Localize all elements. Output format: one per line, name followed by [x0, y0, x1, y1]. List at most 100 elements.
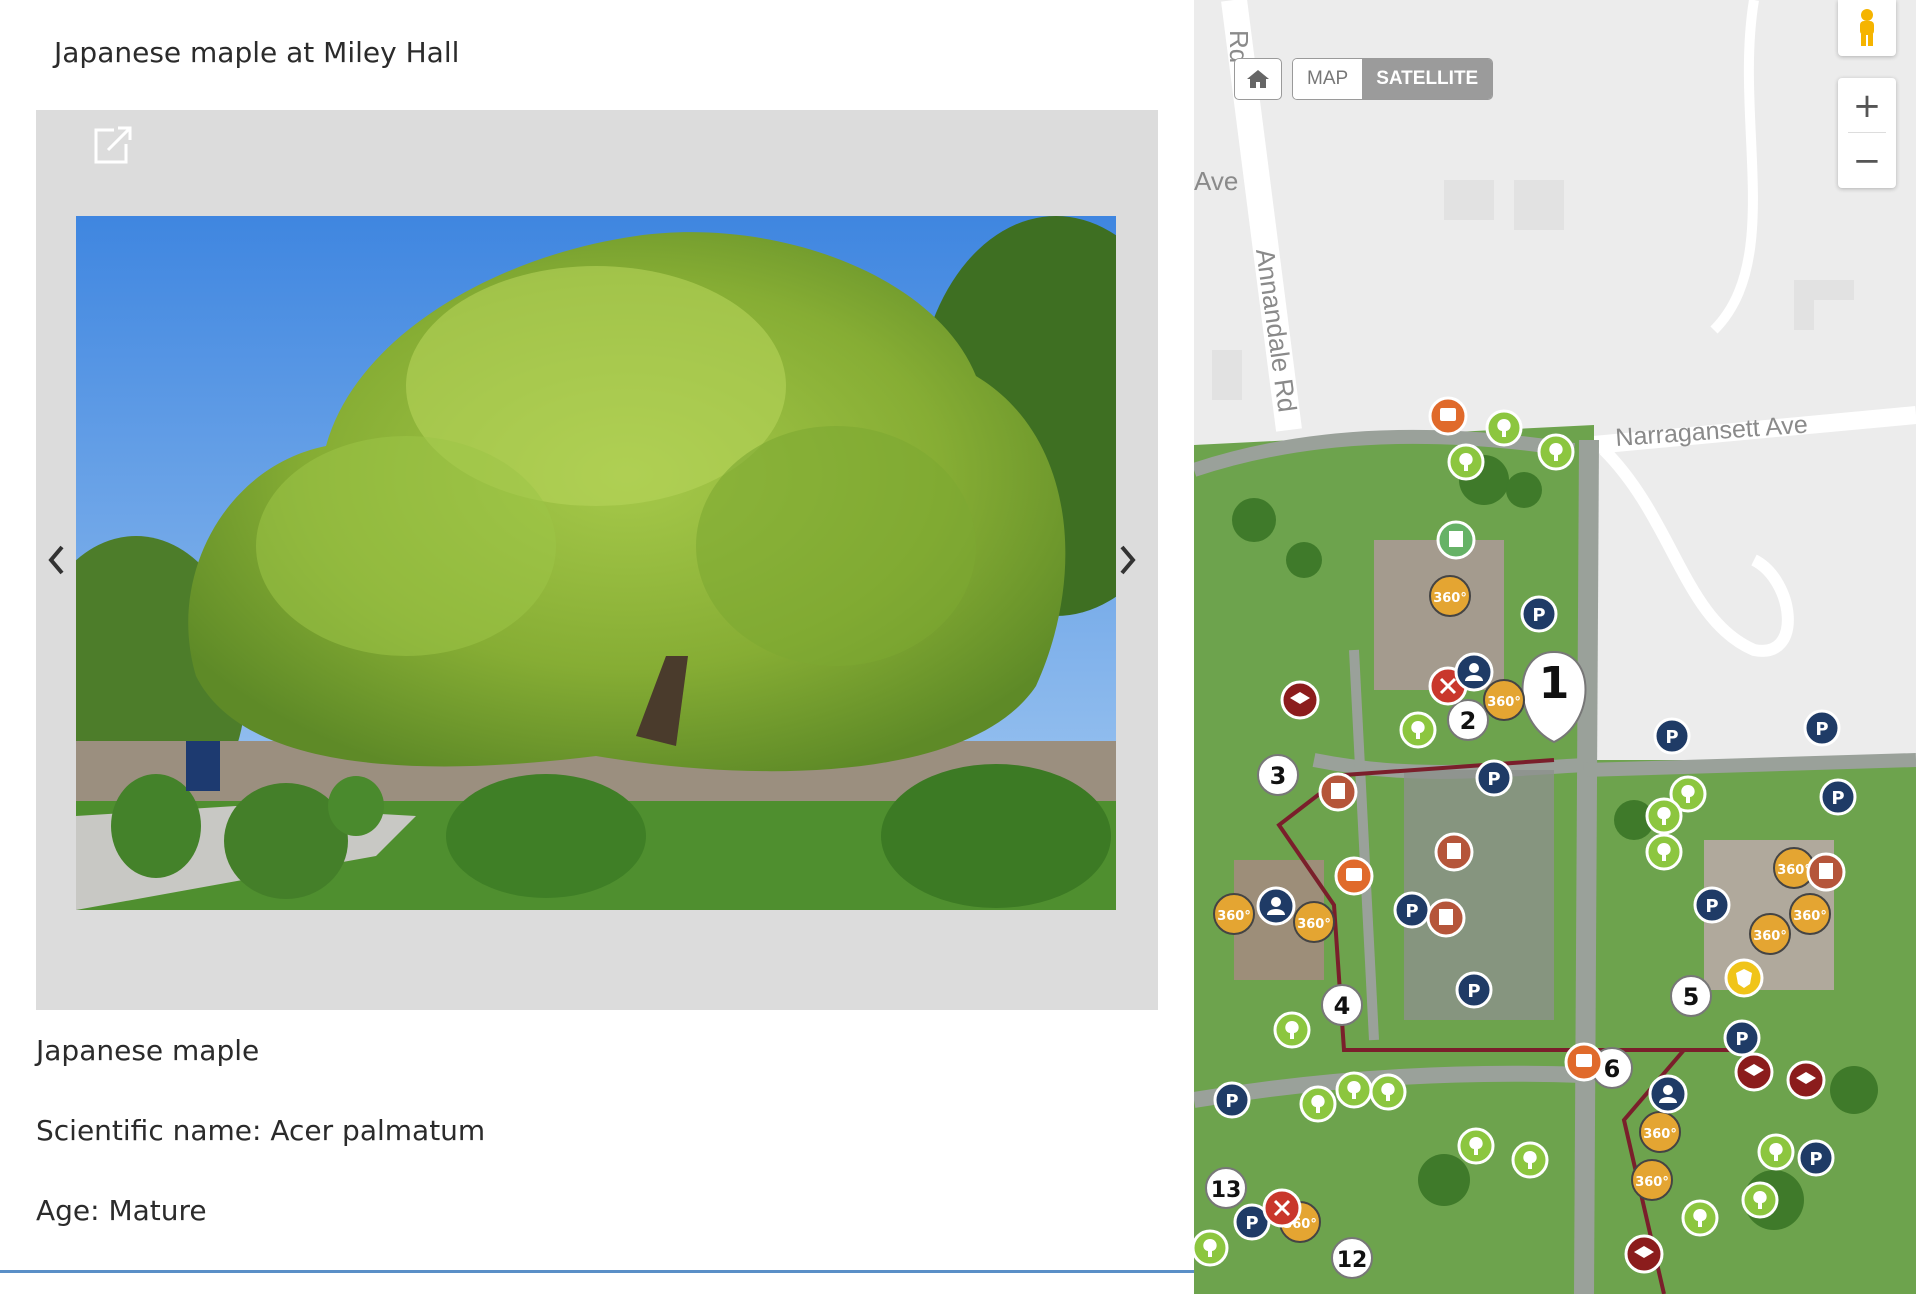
security-pin-icon[interactable] — [1724, 958, 1764, 998]
tour-stop-13-marker[interactable]: 13 — [1205, 1167, 1247, 1209]
map-type-toggle: MAP SATELLITE — [1292, 58, 1494, 100]
panorama-360-icon[interactable]: 360° — [1429, 575, 1471, 617]
next-photo-chevron-icon[interactable] — [1112, 535, 1142, 585]
svg-text:1: 1 — [1539, 658, 1570, 709]
tour-stop-5-marker[interactable]: 5 — [1670, 975, 1712, 1017]
building-pin-icon[interactable] — [1434, 832, 1474, 872]
tree-pin-icon[interactable] — [1335, 1071, 1373, 1109]
academic-pin-icon[interactable] — [1280, 680, 1320, 720]
previous-photo-chevron-icon[interactable] — [42, 535, 72, 585]
tour-stop-12-marker[interactable]: 12 — [1331, 1237, 1373, 1279]
academic-pin-icon[interactable] — [1786, 1060, 1826, 1100]
person-pin-icon[interactable] — [1648, 1074, 1688, 1114]
tree-photo — [76, 216, 1116, 910]
svg-text:P: P — [1245, 1213, 1258, 1234]
tree-pin-icon[interactable] — [1457, 1127, 1495, 1165]
tree-pin-icon[interactable] — [1537, 433, 1575, 471]
photo-gallery — [36, 110, 1158, 1010]
food-pin-icon[interactable] — [1262, 1188, 1302, 1228]
tree-pin-icon[interactable] — [1485, 409, 1523, 447]
building-pin-icon[interactable] — [1806, 852, 1846, 892]
parking-pin-icon[interactable]: P — [1723, 1019, 1761, 1057]
person-pin-icon[interactable] — [1256, 886, 1296, 926]
panel-divider — [0, 1270, 1194, 1273]
building-pin-icon[interactable] — [1426, 898, 1466, 938]
svg-text:360°: 360° — [1217, 909, 1251, 924]
bus-pin-icon[interactable] — [1428, 396, 1468, 436]
svg-text:P: P — [1831, 788, 1844, 809]
svg-text:P: P — [1815, 719, 1828, 740]
common-name: Japanese maple — [36, 1034, 260, 1067]
panorama-360-icon[interactable]: 360° — [1631, 1159, 1673, 1201]
bus-pin-icon[interactable] — [1564, 1042, 1604, 1082]
tree-pin-icon[interactable] — [1273, 1011, 1311, 1049]
academic-pin-icon[interactable] — [1624, 1234, 1664, 1274]
open-external-icon[interactable] — [84, 116, 140, 172]
tree-pin-icon[interactable] — [1681, 1199, 1719, 1237]
svg-text:360°: 360° — [1297, 917, 1331, 932]
tree-pin-icon[interactable] — [1194, 1229, 1229, 1267]
parking-pin-icon[interactable]: P — [1803, 709, 1841, 747]
tour-stop-2-marker[interactable]: 2 — [1447, 699, 1489, 741]
tree-pin-icon[interactable] — [1645, 833, 1683, 871]
svg-text:360°: 360° — [1487, 695, 1521, 710]
parking-pin-icon[interactable]: P — [1819, 778, 1857, 816]
map-type-satellite-button[interactable]: SATELLITE — [1362, 59, 1493, 99]
tour-stop-3-marker[interactable]: 3 — [1257, 754, 1299, 796]
bus-pin-icon[interactable] — [1334, 856, 1374, 896]
svg-text:360°: 360° — [1777, 863, 1811, 878]
parking-pin-icon[interactable]: P — [1455, 971, 1493, 1009]
parking-pin-icon[interactable]: P — [1520, 595, 1558, 633]
tree-pin-icon[interactable] — [1299, 1085, 1337, 1123]
svg-text:P: P — [1735, 1029, 1748, 1050]
svg-text:P: P — [1487, 769, 1500, 790]
street-view-pegman-icon[interactable] — [1838, 0, 1896, 56]
svg-text:3: 3 — [1270, 762, 1287, 790]
parking-pin-icon[interactable]: P — [1213, 1081, 1251, 1119]
tree-pin-icon[interactable] — [1399, 711, 1437, 749]
academic-pin-icon[interactable] — [1734, 1052, 1774, 1092]
svg-text:P: P — [1225, 1091, 1238, 1112]
building-pin-icon[interactable] — [1436, 520, 1476, 560]
tree-pin-icon[interactable] — [1511, 1141, 1549, 1179]
svg-text:360°: 360° — [1793, 909, 1827, 924]
tree-pin-icon[interactable] — [1741, 1181, 1779, 1219]
svg-text:360°: 360° — [1433, 591, 1467, 606]
tree-pin-icon[interactable] — [1757, 1133, 1795, 1171]
parking-pin-icon[interactable]: P — [1797, 1139, 1835, 1177]
building-pin-icon[interactable] — [1318, 772, 1358, 812]
home-icon — [1247, 70, 1269, 88]
panorama-360-icon[interactable]: 360° — [1749, 913, 1791, 955]
tree-pin-icon[interactable] — [1369, 1073, 1407, 1111]
panorama-360-icon[interactable]: 360° — [1483, 679, 1525, 721]
tour-stop-4-marker[interactable]: 4 — [1321, 984, 1363, 1026]
svg-text:P: P — [1405, 901, 1418, 922]
svg-text:P: P — [1665, 727, 1678, 748]
map-type-map-button[interactable]: MAP — [1293, 59, 1363, 99]
panorama-360-icon[interactable]: 360° — [1293, 901, 1335, 943]
svg-text:P: P — [1532, 605, 1545, 626]
svg-text:5: 5 — [1683, 983, 1700, 1011]
parking-pin-icon[interactable]: P — [1393, 891, 1431, 929]
tree-pin-icon[interactable] — [1447, 443, 1485, 481]
parking-pin-icon[interactable]: P — [1475, 759, 1513, 797]
campus-map[interactable]: Rd Ave Annandale Rd Narragansett Ave 1 2… — [1194, 0, 1916, 1294]
tree-age: Age: Mature — [36, 1194, 207, 1227]
svg-text:P: P — [1705, 896, 1718, 917]
parking-pin-icon[interactable]: P — [1653, 717, 1691, 755]
svg-text:360°: 360° — [1643, 1127, 1677, 1142]
parking-pin-icon[interactable]: P — [1693, 886, 1731, 924]
tree-pin-icon[interactable] — [1645, 797, 1683, 835]
svg-text:12: 12 — [1337, 1248, 1368, 1273]
zoom-out-button[interactable]: − — [1838, 133, 1896, 188]
panorama-360-icon[interactable]: 360° — [1213, 893, 1255, 935]
scientific-name: Scientific name: Acer palmatum — [36, 1114, 486, 1147]
zoom-in-button[interactable]: + — [1838, 78, 1896, 133]
zoom-control: + − — [1838, 78, 1896, 188]
person-pin-icon[interactable] — [1454, 652, 1494, 692]
home-button[interactable] — [1234, 58, 1282, 100]
panorama-360-icon[interactable]: 360° — [1789, 893, 1831, 935]
svg-text:4: 4 — [1334, 992, 1351, 1020]
panorama-360-icon[interactable]: 360° — [1639, 1111, 1681, 1153]
svg-text:P: P — [1467, 981, 1480, 1002]
